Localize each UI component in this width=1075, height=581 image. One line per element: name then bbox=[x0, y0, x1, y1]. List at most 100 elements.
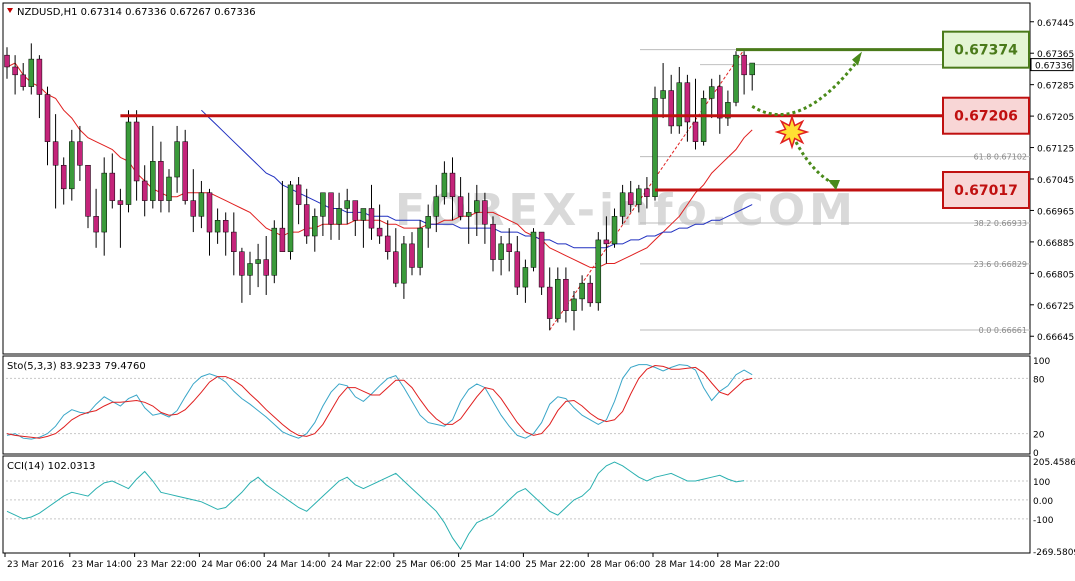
candle-body bbox=[320, 192, 326, 217]
price-tick-label: 0.66965 bbox=[1037, 207, 1074, 217]
candle-body bbox=[708, 86, 715, 99]
candle-body bbox=[514, 251, 521, 288]
candle-body bbox=[271, 227, 278, 276]
time-tick-label: 28 Mar 22:00 bbox=[720, 560, 780, 570]
candle-body bbox=[125, 121, 132, 205]
candle-body bbox=[482, 200, 488, 225]
candle-body bbox=[384, 235, 391, 252]
candle-body bbox=[652, 98, 658, 197]
candle-body bbox=[328, 192, 334, 225]
candle-body bbox=[77, 141, 83, 166]
trading-chart[interactable]: FOREX-info.COM 61.8 0.6710238.2 0.669332… bbox=[0, 0, 1075, 577]
candle-body bbox=[344, 200, 350, 209]
candle-body bbox=[20, 74, 26, 87]
candle-body bbox=[336, 208, 342, 225]
candle-body bbox=[222, 220, 229, 233]
candle-body bbox=[182, 141, 188, 201]
candle-body bbox=[376, 227, 383, 237]
candle-body bbox=[579, 282, 585, 300]
fib-label: 38.2 0.66933 bbox=[974, 219, 1027, 228]
candle-body bbox=[190, 200, 197, 217]
candle-body bbox=[555, 278, 561, 319]
candle-body bbox=[393, 251, 399, 284]
stochastic-header: Sto(5,3,3) 83.9233 79.4760 bbox=[7, 361, 146, 372]
time-tick-label: 24 Mar 22:00 bbox=[331, 560, 391, 570]
candle-body bbox=[530, 231, 537, 268]
candle-body bbox=[522, 267, 529, 288]
candle-body bbox=[368, 208, 375, 229]
fib-label: 61.8 0.67102 bbox=[974, 153, 1027, 162]
cci-tick-label: -100 bbox=[1033, 516, 1054, 526]
time-tick-label: 24 Mar 14:00 bbox=[266, 560, 326, 570]
stochastic-pane[interactable] bbox=[2, 355, 1031, 455]
candle-body bbox=[12, 66, 18, 76]
candle-body bbox=[563, 278, 569, 311]
candle-body bbox=[93, 216, 99, 233]
candle-body bbox=[28, 58, 35, 87]
candle-body bbox=[676, 82, 683, 127]
stoch-tick-label: 80 bbox=[1033, 375, 1045, 385]
candle-body bbox=[749, 62, 755, 76]
level-label: 0.67206 bbox=[954, 109, 1018, 125]
level-label: 0.67374 bbox=[954, 43, 1018, 59]
candle-body bbox=[4, 54, 10, 68]
candle-body bbox=[546, 286, 553, 319]
chart-header: NZDUSD,H1 0.67314 0.67336 0.67267 0.6733… bbox=[17, 7, 256, 18]
candle-body bbox=[214, 220, 221, 233]
candle-body bbox=[141, 180, 148, 201]
candle-body bbox=[117, 200, 124, 205]
candle-body bbox=[465, 212, 472, 217]
candle-body bbox=[401, 243, 407, 284]
candle-body bbox=[644, 188, 650, 197]
price-tick-label: 0.67045 bbox=[1037, 176, 1074, 186]
candle-body bbox=[627, 192, 634, 205]
candle-body bbox=[433, 196, 440, 217]
candle-body bbox=[158, 161, 164, 201]
candle-body bbox=[700, 98, 707, 142]
cci-header: CCI(14) 102.0313 bbox=[7, 461, 95, 472]
candle-body bbox=[498, 243, 504, 260]
cci-tick-label: 205.4586 bbox=[1033, 458, 1075, 468]
candle-body bbox=[133, 121, 140, 182]
candle-body bbox=[263, 259, 269, 276]
candle-body bbox=[287, 184, 294, 252]
candle-body bbox=[174, 141, 180, 178]
cci-tick-label: 0.00 bbox=[1033, 497, 1053, 507]
time-axis: 23 Mar 2016 23 Mar 14:00 23 Mar 22:00 24 Ma… bbox=[4, 553, 780, 570]
time-tick-label: 25 Mar 14:00 bbox=[461, 560, 521, 570]
candle-body bbox=[312, 216, 318, 237]
candle-body bbox=[101, 172, 107, 233]
candle-body bbox=[506, 243, 512, 252]
main-pane[interactable] bbox=[2, 2, 1031, 355]
stoch-tick-label: 100 bbox=[1033, 357, 1050, 367]
price-axis: 0.674450.673650.672850.672050.671250.670… bbox=[1030, 19, 1074, 343]
candle-body bbox=[619, 192, 626, 217]
candle-body bbox=[595, 239, 602, 304]
candle-body bbox=[352, 200, 359, 221]
candle-body bbox=[611, 216, 618, 245]
candle-body bbox=[538, 231, 545, 288]
time-tick-label: 25 Mar 06:00 bbox=[396, 560, 456, 570]
cci-tick-label: 100 bbox=[1033, 478, 1050, 488]
candle-body bbox=[303, 204, 310, 237]
candle-body bbox=[692, 121, 699, 142]
candle-body bbox=[717, 86, 723, 119]
candle-body bbox=[603, 239, 610, 245]
fib-label: 23.6 0.66829 bbox=[974, 260, 1027, 269]
chart-window: FOREX-info.COM 61.8 0.67102 38.2 0.66933 2… bbox=[0, 0, 1075, 577]
candle-body bbox=[69, 141, 75, 190]
candle-body bbox=[449, 172, 456, 197]
time-tick-label: 28 Mar 14:00 bbox=[655, 560, 715, 570]
candle-body bbox=[166, 176, 172, 201]
candle-body bbox=[636, 188, 642, 205]
candle-body bbox=[239, 251, 245, 276]
cci-pane[interactable] bbox=[2, 455, 1031, 554]
stoch-tick-label: 20 bbox=[1033, 431, 1045, 441]
candle-body bbox=[109, 172, 116, 201]
candle-body bbox=[360, 208, 367, 221]
candle-body bbox=[44, 94, 51, 142]
time-tick-label: 25 Mar 22:00 bbox=[525, 560, 585, 570]
candle-body bbox=[490, 223, 496, 260]
candle-body bbox=[85, 164, 91, 217]
price-tick-label: 0.67445 bbox=[1037, 19, 1074, 29]
